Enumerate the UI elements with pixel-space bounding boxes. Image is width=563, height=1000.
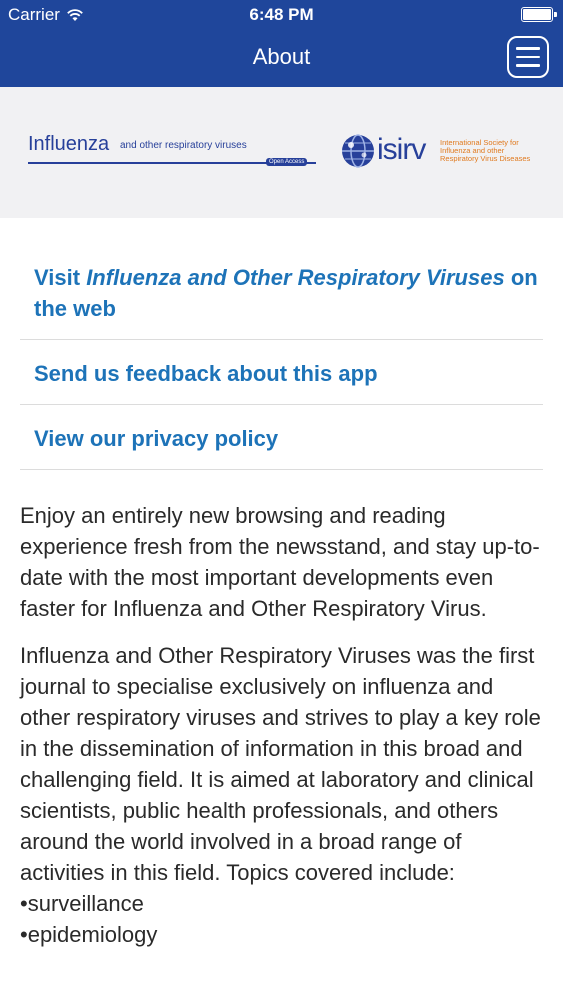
about-description: Enjoy an entirely new browsing and readi… [20,500,545,950]
about-links: Visit Influenza and Other Respiratory Vi… [20,218,543,470]
visit-link-journal-name: Influenza and Other Respiratory Viruses [86,265,505,290]
journal-logo: Influenza and other respiratory viruses … [28,133,318,169]
page-title: About [252,44,311,69]
status-bar: Carrier 6:48 PM [0,0,563,30]
app-header: Carrier 6:48 PM About [0,0,563,87]
hamburger-menu-icon [516,47,540,50]
battery-icon [521,7,557,22]
description-paragraph-2: Influenza and Other Respiratory Viruses … [20,643,541,885]
topic-item: epidemiology [20,919,545,950]
isirv-wordmark: isirv [377,133,426,166]
privacy-policy-link[interactable]: View our privacy policy [20,405,543,470]
globe-icon [342,134,374,168]
menu-button[interactable] [507,36,549,78]
visit-link-prefix: Visit [34,265,87,290]
status-time: 6:48 PM [249,5,314,24]
feedback-link[interactable]: Send us feedback about this app [20,340,543,405]
journal-logo-name: Influenza [28,133,110,155]
logo-banner: Influenza and other respiratory viruses … [0,87,563,218]
open-access-badge: Open Access [266,158,308,166]
isirv-tagline: International Society for Influenza and … [440,138,531,163]
topic-item: surveillance [20,888,545,919]
topics-list: surveillance epidemiology [20,888,545,950]
isirv-logo: isirv International Society for Influenz… [340,131,540,171]
visit-website-link[interactable]: Visit Influenza and Other Respiratory Vi… [20,218,543,340]
journal-logo-subtitle: and other respiratory viruses [120,140,247,151]
description-paragraph-1: Enjoy an entirely new browsing and readi… [20,503,540,621]
